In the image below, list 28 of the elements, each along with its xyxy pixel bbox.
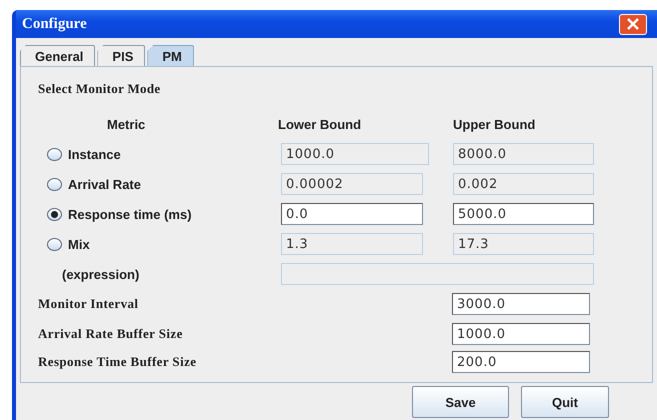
expression-label: (expression) [62, 266, 140, 282]
radio-label[interactable]: Response time (ms) [68, 206, 192, 222]
section-title: Select Monitor Mode [38, 81, 162, 97]
radio-label[interactable]: Instance [68, 146, 121, 162]
column-header: Metric [107, 116, 146, 132]
column-header: Lower Bound [278, 116, 362, 132]
text-field[interactable]: 3000.0 [452, 293, 590, 315]
setting-label: Monitor Interval [38, 296, 140, 312]
radio-label[interactable]: Arrival Rate [68, 176, 141, 192]
setting-label: Response Time Buffer Size [38, 354, 198, 370]
text-field[interactable]: 1000.0 [452, 323, 590, 345]
radio-button[interactable] [47, 208, 62, 220]
radio-label[interactable]: Mix [68, 236, 90, 252]
radio-button[interactable] [47, 148, 62, 160]
radio-button[interactable] [47, 178, 62, 190]
setting-label: Arrival Rate Buffer Size [38, 326, 184, 342]
radio-button[interactable] [47, 238, 62, 250]
close-icon[interactable] [619, 14, 647, 34]
window-title: Configure [22, 16, 87, 32]
tab[interactable]: PIS [97, 45, 146, 66]
save-button[interactable]: Save [412, 386, 509, 418]
tab[interactable]: PM [147, 45, 194, 66]
tab[interactable]: General [20, 45, 96, 66]
quit-button[interactable]: Quit [521, 386, 609, 418]
text-field[interactable]: 0.0 [281, 203, 423, 225]
text-field[interactable]: 200.0 [452, 351, 590, 373]
column-header: Upper Bound [453, 116, 536, 132]
text-field[interactable]: 5000.0 [453, 203, 594, 225]
